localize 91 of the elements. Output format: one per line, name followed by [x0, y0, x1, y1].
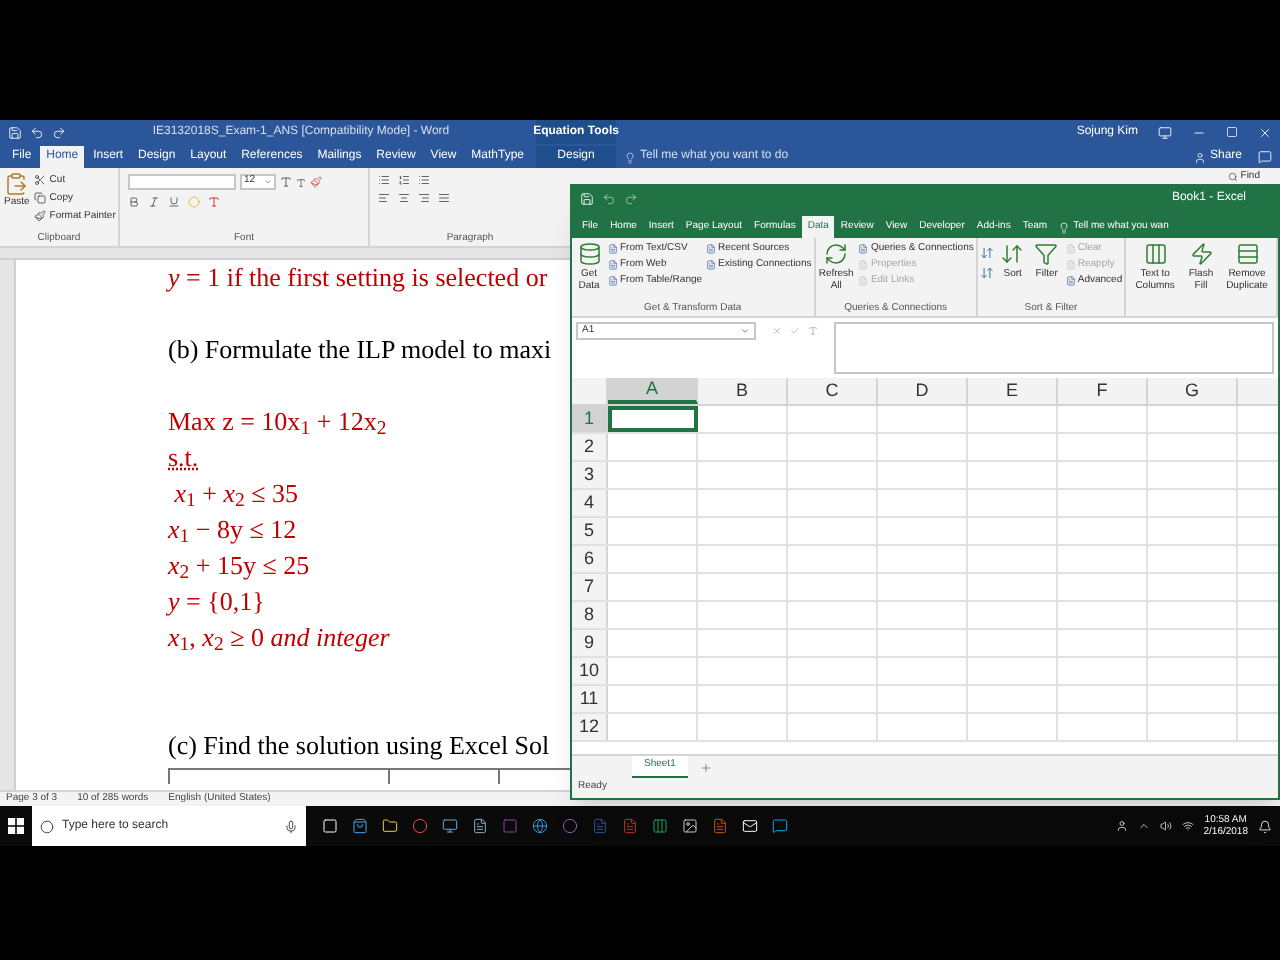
sort-icon[interactable]	[1000, 242, 1025, 266]
document-icon[interactable]	[608, 276, 618, 286]
lightning-icon[interactable]	[1189, 242, 1213, 266]
selected-cell[interactable]	[608, 406, 698, 432]
align-left-icon[interactable]	[378, 192, 390, 204]
search-icon[interactable]	[1228, 172, 1239, 182]
comment-icon[interactable]	[1258, 150, 1272, 164]
photos-icon[interactable]	[682, 818, 698, 834]
document-icon[interactable]	[608, 260, 618, 270]
close-icon[interactable]	[1258, 125, 1272, 139]
chat-icon[interactable]	[772, 818, 788, 834]
monitor-icon[interactable]	[442, 818, 458, 834]
database-icon[interactable]	[577, 242, 601, 266]
row-header[interactable]: 10	[572, 658, 608, 684]
column-header[interactable]: C	[788, 378, 878, 404]
document-text: (c) Find the solution using Excel Sol	[168, 728, 550, 764]
row-header[interactable]: 9	[572, 630, 608, 656]
maximize-icon[interactable]	[1226, 126, 1238, 138]
notes-icon[interactable]	[472, 818, 488, 834]
bullets-icon[interactable]	[378, 174, 390, 186]
add-sheet-icon[interactable]	[699, 761, 712, 773]
column-header[interactable]: B	[698, 378, 788, 404]
column-header[interactable]: E	[968, 378, 1058, 404]
row-header[interactable]: 6	[572, 546, 608, 572]
row-header[interactable]: 7	[572, 574, 608, 600]
document-icon[interactable]	[608, 244, 618, 254]
document-text: Max z = 10x$_{1}$ + 12x$_{2}$	[168, 404, 387, 440]
person-icon[interactable]	[1193, 151, 1206, 163]
redo-icon[interactable]	[52, 125, 66, 139]
lightbulb-icon[interactable]	[624, 151, 636, 163]
bold-icon[interactable]	[128, 196, 140, 208]
document-text: x$_{1}$, x$_{2}$ ≥ 0 and integer	[168, 620, 390, 656]
undo-icon[interactable]	[30, 125, 44, 139]
copy-icon[interactable]	[33, 192, 46, 204]
undo-icon[interactable]	[602, 191, 616, 205]
document-icon[interactable]	[858, 244, 869, 254]
refresh-icon[interactable]	[824, 242, 849, 266]
volume-icon[interactable]	[1159, 820, 1172, 832]
globe-icon[interactable]	[532, 818, 548, 834]
align-right-icon[interactable]	[418, 192, 430, 204]
document-text: y = 1 if the first setting is selected or	[168, 260, 548, 296]
row-header[interactable]: 3	[572, 462, 608, 488]
document-icon[interactable]	[1065, 276, 1076, 286]
row-header[interactable]: 2	[572, 434, 608, 460]
clipboard-icon[interactable]	[4, 172, 29, 196]
document-text: x$_{1}$ + x$_{2}$ ≤ 35	[172, 476, 299, 512]
folder-icon[interactable]	[382, 818, 398, 834]
row-header[interactable]: 8	[572, 602, 608, 628]
numbering-icon[interactable]	[398, 174, 410, 186]
font-name-field[interactable]	[128, 174, 236, 190]
microphone-icon[interactable]	[284, 819, 298, 833]
filter-icon[interactable]	[1034, 242, 1059, 266]
row-header[interactable]: 12	[572, 714, 608, 740]
row-header[interactable]: 4	[572, 490, 608, 516]
italic-icon[interactable]	[148, 196, 160, 208]
network-icon[interactable]	[1181, 820, 1194, 832]
row-header[interactable]: 5	[572, 518, 608, 544]
row-header[interactable]: 11	[572, 686, 608, 712]
redo-icon[interactable]	[624, 191, 638, 205]
paintbrush-icon[interactable]	[33, 210, 46, 222]
document-text: s.t.	[168, 440, 199, 476]
windows-logo-icon[interactable]	[8, 818, 24, 834]
multilevel-list-icon[interactable]	[418, 174, 430, 186]
column-header[interactable]: G	[1148, 378, 1238, 404]
circle-icon[interactable]	[40, 819, 54, 833]
shopping-bag-icon[interactable]	[352, 818, 368, 834]
justify-icon[interactable]	[438, 192, 450, 204]
column-header[interactable]: D	[878, 378, 968, 404]
lightbulb-icon[interactable]	[1057, 221, 1070, 233]
document-text: x$_{1}$ − 8y ≤ 12	[168, 512, 297, 548]
rows-icon[interactable]	[1235, 242, 1259, 266]
row-header[interactable]: 1	[572, 406, 608, 432]
document-text: x$_{2}$ + 15y ≤ 25	[168, 548, 310, 584]
document-icon[interactable]	[706, 260, 717, 270]
document-icon[interactable]	[706, 244, 717, 254]
scissors-icon[interactable]	[33, 174, 46, 186]
document-text: (b) Formulate the ILP model to maxi	[168, 332, 552, 368]
mail-icon[interactable]	[742, 818, 758, 834]
save-icon[interactable]	[580, 191, 594, 205]
document-text: y = {0,1}	[168, 584, 265, 620]
columns-icon[interactable]	[1143, 242, 1168, 266]
person-icon[interactable]	[1115, 820, 1128, 832]
chevron-icon[interactable]	[1137, 820, 1150, 832]
caret-icon[interactable]	[740, 326, 750, 336]
column-header[interactable]: A	[608, 378, 698, 404]
sort-arrows-icon[interactable]	[979, 246, 994, 280]
notification-icon[interactable]	[1258, 819, 1272, 833]
column-header[interactable]: F	[1058, 378, 1148, 404]
underline-icon[interactable]	[168, 196, 180, 208]
save-icon[interactable]	[8, 125, 22, 139]
align-center-icon[interactable]	[398, 192, 410, 204]
